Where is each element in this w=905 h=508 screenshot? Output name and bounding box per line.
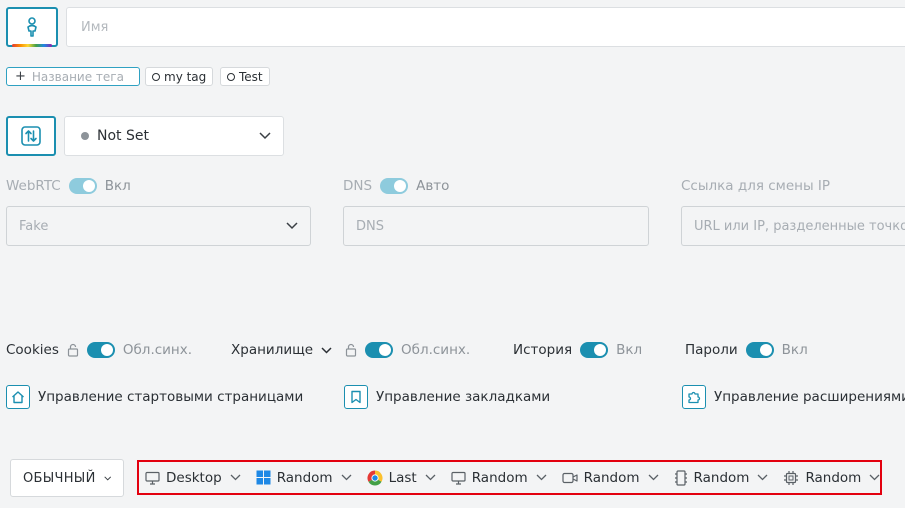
webrtc-row: WebRTC Вкл [6, 176, 131, 196]
chevron-down-icon [425, 474, 436, 481]
history-label: История [513, 342, 573, 358]
cookies-label: Cookies [6, 342, 59, 358]
cpu-value: Random [805, 469, 862, 486]
bookmarks-label: Управление закладками [376, 389, 551, 405]
bookmark-icon [344, 385, 368, 409]
chevron-down-icon [757, 474, 768, 481]
history-state: Вкл [616, 342, 643, 358]
extensions-link[interactable]: Управление расширениями [682, 385, 905, 409]
tag-name-placeholder: Название тега [31, 69, 124, 84]
avatar-color-strip [12, 44, 52, 47]
media-value: Random [583, 469, 640, 486]
status-dot-icon [81, 132, 89, 140]
webrtc-select[interactable]: Fake [6, 206, 311, 246]
person-icon [27, 17, 37, 37]
webrtc-toggle[interactable] [68, 178, 97, 194]
fingerprint-bar: Desktop Random Last Random Random Random… [137, 460, 882, 495]
chevron-down-icon [286, 222, 298, 230]
chevron-down-icon [103, 475, 111, 481]
avatar-button[interactable] [6, 7, 58, 47]
ip-change-label: Ссылка для смены IP [681, 178, 831, 194]
history-toggle[interactable] [580, 342, 609, 358]
home-icon [6, 385, 30, 409]
webrtc-value: Fake [19, 218, 49, 234]
browser-select[interactable]: Last [367, 470, 436, 486]
tag-chip[interactable]: Test [220, 67, 270, 86]
camera-icon [562, 472, 578, 483]
webrtc-state: Вкл [104, 178, 131, 194]
storage-toggle[interactable] [365, 342, 393, 358]
dns-placeholder: DNS [356, 218, 384, 234]
dns-row: DNS Авто [343, 176, 449, 196]
chevron-down-icon [648, 474, 658, 481]
os-select[interactable]: Random [256, 470, 352, 486]
os-value: Random [276, 469, 333, 486]
status-value: Not Set [97, 128, 149, 144]
tag-dot-icon [227, 72, 235, 81]
dns-state: Авто [416, 178, 450, 194]
history-row: История Вкл [513, 340, 642, 360]
chrome-icon [367, 470, 383, 486]
tag-label: my tag [164, 69, 207, 84]
mode-label: ОБЫЧНЫЙ [23, 470, 96, 486]
memory-value: Random [693, 469, 750, 486]
device-select[interactable]: Desktop [145, 470, 241, 486]
browser-value: Last [388, 469, 417, 486]
cookies-toggle[interactable] [86, 342, 115, 358]
puzzle-icon [682, 385, 706, 409]
sort-arrows-icon [21, 126, 41, 146]
storage-label: Хранилище [231, 342, 314, 358]
start-pages-label: Управление стартовыми страницами [38, 389, 304, 405]
chevron-down-icon [259, 132, 271, 140]
bookmarks-link[interactable]: Управление закладками [344, 385, 550, 409]
profile-name-input[interactable]: Имя [66, 7, 905, 47]
chevron-down-icon [321, 346, 332, 354]
storage-dropdown[interactable]: Хранилище [231, 340, 332, 360]
tag-label: Test [239, 69, 263, 84]
passwords-state: Вкл [781, 342, 808, 358]
cookies-row: Cookies Обл.синх. [6, 340, 192, 360]
plus-icon: + [15, 69, 26, 84]
tag-name-input[interactable]: + Название тега [6, 67, 140, 86]
chevron-down-icon [869, 474, 880, 481]
passwords-toggle[interactable] [745, 342, 774, 358]
storage-state: Обл.синх. [401, 342, 471, 358]
webrtc-label: WebRTC [6, 178, 61, 194]
ip-change-input[interactable]: URL или IP, разделенные точкой с запятой [681, 206, 905, 246]
cpu-icon [784, 470, 799, 485]
cpu-select[interactable]: Random [783, 470, 880, 486]
dns-label: DNS [343, 178, 373, 194]
ip-change-placeholder: URL или IP, разделенные точкой с запятой [694, 218, 905, 234]
dns-input[interactable]: DNS [343, 206, 649, 246]
passwords-label: Пароли [685, 342, 738, 358]
memory-chip-icon [674, 469, 687, 486]
cookies-state: Обл.синх. [122, 342, 193, 358]
mode-select[interactable]: ОБЫЧНЫЙ [10, 459, 124, 497]
memory-select[interactable]: Random [674, 470, 769, 486]
device-value: Desktop [166, 469, 222, 486]
storage-sync-row: Обл.синх. [345, 340, 470, 360]
status-select[interactable]: Not Set [64, 116, 284, 156]
dns-toggle[interactable] [380, 178, 409, 194]
extensions-label: Управление расширениями [714, 389, 905, 405]
chevron-down-icon [230, 474, 241, 481]
sort-button[interactable] [6, 116, 56, 156]
lock-icon[interactable] [345, 343, 357, 357]
media-devices-select[interactable]: Random [562, 470, 659, 486]
start-pages-link[interactable]: Управление стартовыми страницами [6, 385, 303, 409]
chevron-down-icon [341, 474, 352, 481]
tag-dot-icon [152, 72, 160, 81]
screen-select[interactable]: Random [451, 470, 547, 486]
chevron-down-icon [536, 474, 547, 481]
profile-name-placeholder: Имя [81, 19, 109, 35]
screen-value: Random [471, 469, 528, 486]
windows-icon [256, 470, 271, 485]
monitor-icon [451, 471, 466, 485]
passwords-row: Пароли Вкл [685, 340, 808, 360]
tag-chip[interactable]: my tag [145, 67, 214, 86]
lock-icon[interactable] [67, 343, 79, 357]
monitor-icon [145, 471, 160, 485]
